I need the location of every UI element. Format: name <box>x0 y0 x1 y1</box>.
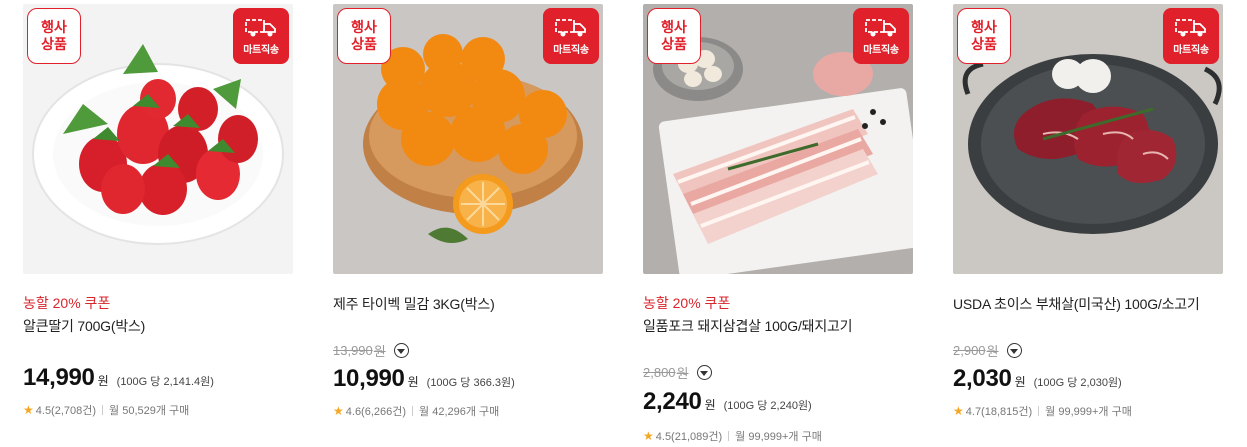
promo-coupon-label: 농할 20% 쿠폰 <box>23 295 111 311</box>
price-info-dropdown-icon[interactable] <box>393 343 409 358</box>
mart-delivery-badge: 마트직송 <box>543 8 599 64</box>
delivery-truck-icon <box>1175 19 1206 37</box>
delivery-truck-icon <box>865 19 896 37</box>
review-summary: ★ 4.7(18,815건) 월 99,999+개 구매 <box>953 404 1132 418</box>
review-summary: ★ 4.6(6,266건) 월 42,296개 구매 <box>333 404 500 418</box>
mart-delivery-badge: 마트직송 <box>853 8 909 64</box>
original-price: 2,900 원 <box>953 341 1022 360</box>
product-name[interactable]: 알큰딸기 700G(박스) <box>23 316 145 336</box>
original-price: 2,800 원 <box>643 363 712 382</box>
mart-delivery-badge: 마트직송 <box>1163 8 1219 64</box>
sale-price: 2,240 원 (100G 당 2,240원) <box>643 388 812 415</box>
price-info-dropdown-icon[interactable] <box>1006 343 1022 358</box>
divider <box>412 406 414 416</box>
product-name[interactable]: USDA 초이스 부채살(미국산) 100G/소고기 <box>953 294 1200 314</box>
product-card[interactable]: 행사 상품 마트직송 제주 타이벡 밀감 3KG(박스) 13,990 원 10,9… <box>333 4 603 444</box>
divider <box>728 431 730 441</box>
promo-coupon-label: 농할 20% 쿠폰 <box>643 295 731 311</box>
product-image[interactable]: 행사 상품 마트직송 <box>333 4 603 274</box>
mart-delivery-badge: 마트직송 <box>233 8 289 64</box>
event-badge: 행사 상품 <box>957 8 1011 64</box>
product-image[interactable]: 행사 상품 마트직송 <box>643 4 913 274</box>
event-badge: 행사 상품 <box>647 8 701 64</box>
price-info-dropdown-icon[interactable] <box>696 365 712 380</box>
star-icon: ★ <box>953 404 964 418</box>
sale-price: 2,030 원 (100G 당 2,030원) <box>953 365 1122 392</box>
product-card[interactable]: 행사 상품 마트직송 농할 20% 쿠폰 일품포크 돼지삼겹살 100G/돼지고기… <box>643 4 913 444</box>
divider <box>102 405 104 415</box>
delivery-truck-icon <box>245 19 276 37</box>
review-summary: ★ 4.5(2,708건) 월 50,529개 구매 <box>23 403 190 417</box>
event-badge: 행사 상품 <box>27 8 81 64</box>
delivery-truck-icon <box>555 19 586 37</box>
product-name[interactable]: 일품포크 돼지삼겹살 100G/돼지고기 <box>643 316 853 336</box>
event-badge: 행사 상품 <box>337 8 391 64</box>
original-price: 13,990 원 <box>333 341 409 360</box>
product-name[interactable]: 제주 타이벡 밀감 3KG(박스) <box>333 294 495 314</box>
review-summary: ★ 4.5(21,089건) 월 99,999+개 구매 <box>643 429 822 443</box>
star-icon: ★ <box>333 404 344 418</box>
sale-price: 10,990 원 (100G 당 366.3원) <box>333 365 515 392</box>
divider <box>1038 406 1040 416</box>
sale-price: 14,990 원 (100G 당 2,141.4원) <box>23 364 214 391</box>
product-image[interactable]: 행사 상품 마트직송 <box>23 4 293 274</box>
star-icon: ★ <box>23 403 34 417</box>
product-card[interactable]: 행사 상품 마트직송 USDA 초이스 부채살(미국산) 100G/소고기 2,9… <box>953 4 1223 444</box>
product-card[interactable]: 행사 상품 마트직송 농할 20% 쿠폰 알큰딸기 700G(박스) 14,990… <box>23 4 293 444</box>
product-image[interactable]: 행사 상품 마트직송 <box>953 4 1223 274</box>
star-icon: ★ <box>643 429 654 443</box>
